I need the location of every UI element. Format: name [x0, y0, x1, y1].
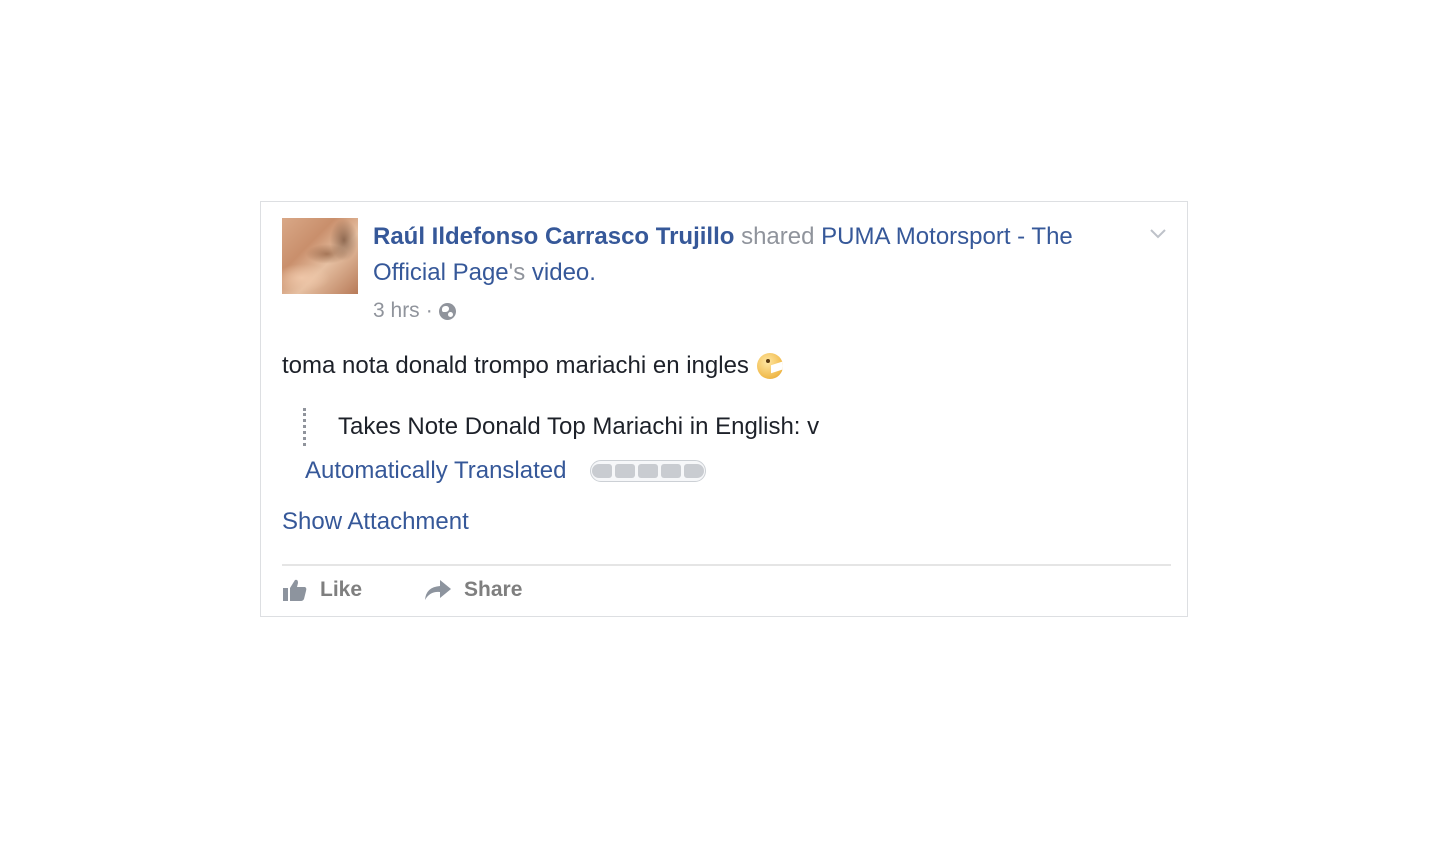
post-message-text: toma nota donald trompo mariachi en ingl…	[282, 352, 749, 379]
possessive-suffix: 's	[508, 259, 532, 286]
post-card: Raúl Ildefonso Carrasco Trujillo shared …	[260, 201, 1188, 617]
translation-rating[interactable]	[590, 460, 707, 482]
like-button[interactable]: Like	[282, 578, 362, 602]
translated-text: Takes Note Donald Top Mariachi in Englis…	[338, 413, 820, 440]
author-name-link[interactable]: Raúl Ildefonso Carrasco Trujillo	[373, 223, 734, 250]
share-label: Share	[464, 578, 523, 601]
rating-segment-5[interactable]	[684, 464, 705, 478]
header-period: .	[589, 259, 596, 286]
show-attachment-link[interactable]: Show Attachment	[282, 506, 469, 538]
rating-segment-4[interactable]	[661, 464, 682, 478]
share-button[interactable]: Share	[424, 578, 522, 602]
chevron-down-icon[interactable]	[1149, 224, 1167, 242]
rating-segment-2[interactable]	[615, 464, 636, 478]
rating-segment-3[interactable]	[638, 464, 659, 478]
post-meta: 3 hrs ·	[373, 298, 456, 324]
avatar[interactable]	[282, 218, 358, 294]
globe-icon[interactable]	[438, 302, 456, 320]
rating-segment-1[interactable]	[592, 464, 613, 478]
meta-separator: ·	[425, 299, 433, 322]
thumbs-up-icon	[283, 579, 307, 601]
like-label: Like	[320, 578, 363, 601]
actions-bar: Like Share	[282, 578, 584, 602]
post-timestamp[interactable]: 3 hrs	[373, 298, 420, 324]
translation-divider	[303, 408, 310, 446]
pacman-emoticon-icon	[756, 353, 783, 379]
share-arrow-icon	[425, 580, 452, 600]
translation-meta: Automatically Translated	[305, 455, 707, 487]
shared-verb: shared	[734, 223, 822, 250]
shared-video-link[interactable]: video	[532, 259, 589, 286]
post-header: Raúl Ildefonso Carrasco Trujillo shared …	[373, 219, 1113, 291]
actions-divider	[282, 564, 1171, 566]
translation-block: Takes Note Donald Top Mariachi in Englis…	[303, 408, 819, 446]
post-message: toma nota donald trompo mariachi en ingl…	[282, 350, 783, 382]
automatically-translated-link[interactable]: Automatically Translated	[305, 455, 566, 487]
